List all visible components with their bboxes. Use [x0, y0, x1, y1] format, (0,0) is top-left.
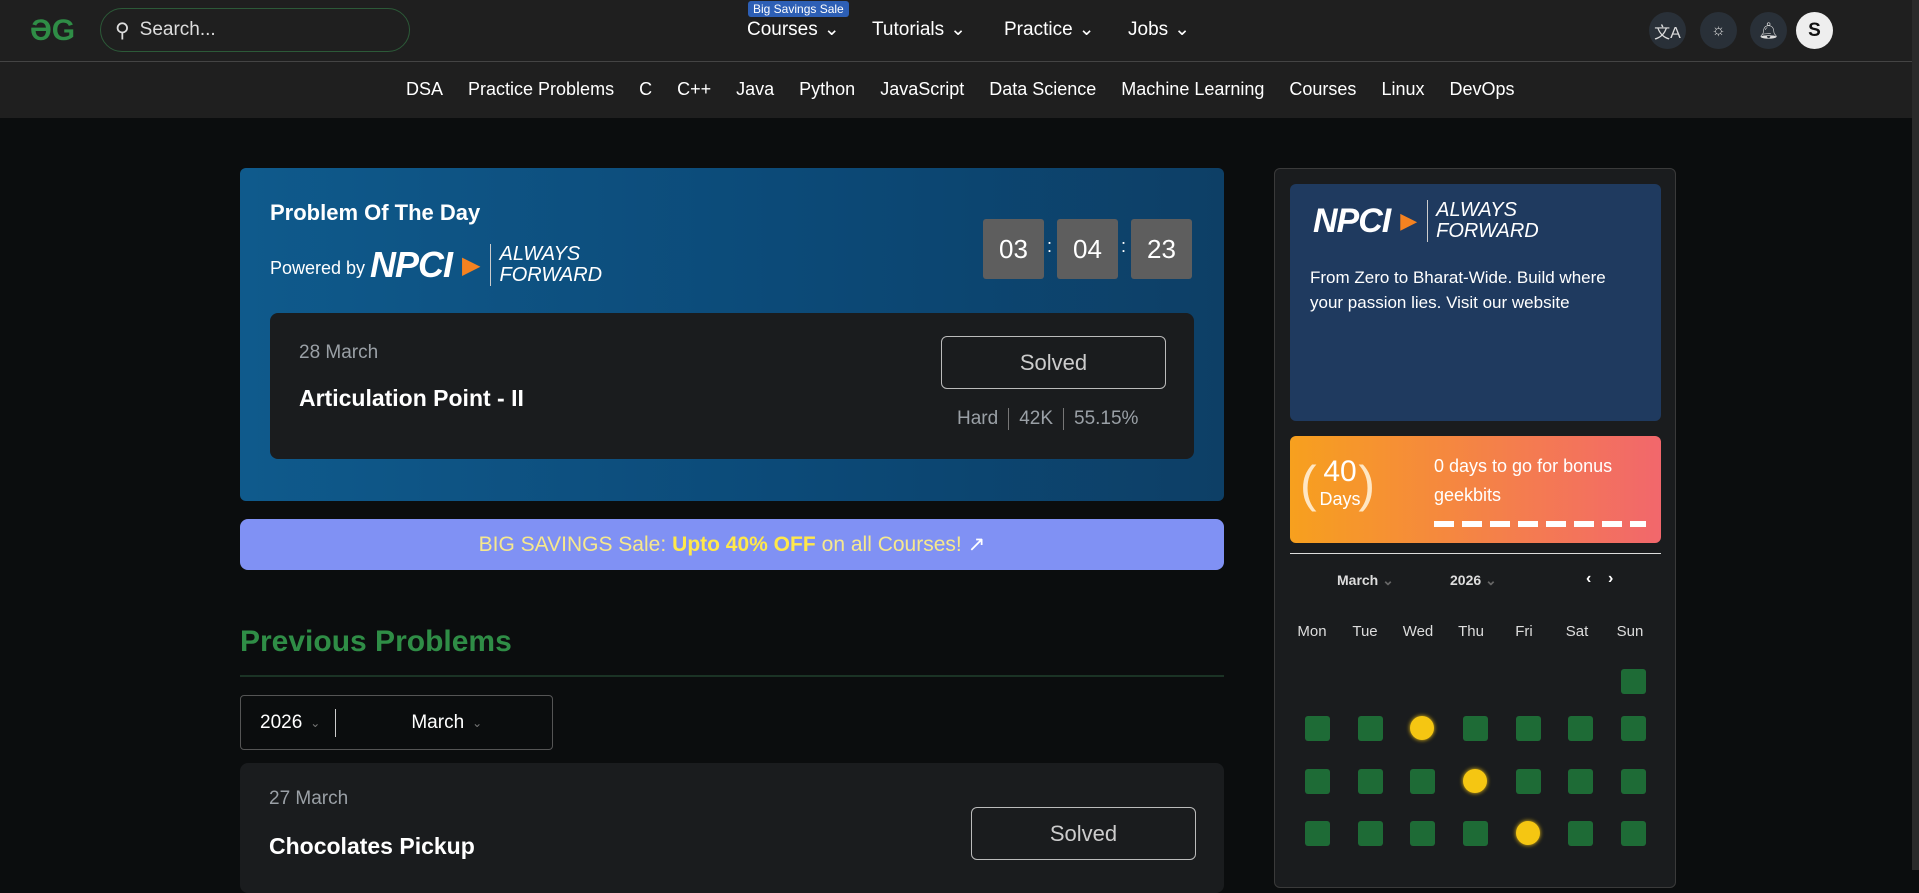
calendar-year-select[interactable]: 2026 ⌄ — [1450, 572, 1497, 589]
calendar-day-solved[interactable] — [1463, 716, 1488, 741]
subnav-devops[interactable]: DevOps — [1449, 79, 1514, 100]
subnav-courses[interactable]: Courses — [1289, 79, 1356, 100]
nav-practice[interactable]: Practice ⌄ — [1004, 18, 1095, 41]
calendar-day-solved[interactable] — [1621, 821, 1646, 846]
timer-minutes: 04 — [1057, 219, 1118, 279]
potd-problem-title[interactable]: Articulation Point - II — [299, 385, 524, 412]
subnav-java[interactable]: Java — [736, 79, 774, 100]
sale-badge: Big Savings Sale — [748, 1, 849, 17]
subnav-javascript[interactable]: JavaScript — [880, 79, 964, 100]
submissions: 42K — [1019, 408, 1053, 429]
nav-courses[interactable]: Courses ⌄ — [747, 18, 840, 41]
potd-title: Problem Of The Day — [270, 200, 481, 225]
calendar-day-solved[interactable] — [1621, 716, 1646, 741]
calendar-day-solved[interactable] — [1621, 769, 1646, 794]
problem-title[interactable]: Chocolates Pickup — [269, 833, 475, 860]
nav-jobs[interactable]: Jobs ⌄ — [1128, 18, 1190, 41]
topic-links: DSA Practice Problems C C++ Java Python … — [406, 79, 1515, 100]
sale-banner[interactable]: BIG SAVINGS Sale: Upto 40% OFF on all Cour… — [240, 519, 1224, 570]
year-select[interactable]: 2026 — [260, 712, 302, 734]
calendar-day-solved[interactable] — [1568, 716, 1593, 741]
laurel-icon: ( ) — [1300, 456, 1375, 512]
solved-button[interactable]: Solved — [971, 807, 1196, 860]
divider — [1290, 553, 1661, 554]
calendar-day-solved[interactable] — [1463, 821, 1488, 846]
month-select[interactable]: March — [411, 712, 464, 734]
weekday-header: Mon Tue Wed Thu Fri Sat Sun — [1297, 623, 1644, 640]
external-link-icon: ↗ — [967, 533, 986, 556]
calendar-day-solved[interactable] — [1305, 716, 1330, 741]
subnav-dsa[interactable]: DSA — [406, 79, 443, 100]
calendar-day-solved[interactable] — [1358, 716, 1383, 741]
search-input[interactable]: ⚲ Search... — [100, 8, 410, 52]
subnav-data-science[interactable]: Data Science — [989, 79, 1096, 100]
calendar-day-solved[interactable] — [1516, 716, 1541, 741]
npci-logo: NPCI ▶ ALWAYS FORWARD — [370, 243, 603, 286]
difficulty: Hard — [957, 408, 999, 429]
calendar-day-solved[interactable] — [1568, 821, 1593, 846]
calendar-day-solved[interactable] — [1516, 769, 1541, 794]
ad-text: From Zero to Bharat-Wide. Build where yo… — [1310, 268, 1606, 312]
chevron-down-icon: ⌄ — [1174, 19, 1191, 40]
npci-logo: NPCI ▶ ALWAYS FORWARD — [1313, 199, 1539, 242]
next-month-icon[interactable]: › — [1608, 570, 1613, 588]
avatar[interactable]: S — [1796, 12, 1833, 49]
calendar-day-solved[interactable] — [1305, 769, 1330, 794]
subnav-python[interactable]: Python — [799, 79, 855, 100]
subnav-c[interactable]: C — [639, 79, 652, 100]
potd-stats: Hard 42K 55.15% — [957, 408, 1138, 430]
subnav-cpp[interactable]: C++ — [677, 79, 711, 100]
timer-separator: : — [1121, 236, 1127, 256]
accuracy: 55.15% — [1074, 408, 1139, 429]
geekbit-coin-icon[interactable] — [1463, 769, 1487, 793]
potd-date: 28 March — [299, 342, 379, 363]
translate-icon[interactable]: 文A — [1649, 12, 1686, 49]
prev-month-icon[interactable]: ‹ — [1586, 570, 1591, 588]
streak-progress — [1434, 521, 1646, 527]
subnav-machine-learning[interactable]: Machine Learning — [1121, 79, 1264, 100]
subnav-practice-problems[interactable]: Practice Problems — [468, 79, 614, 100]
scrollbar[interactable] — [1912, 0, 1919, 870]
calendar-month-select[interactable]: March ⌄ — [1337, 572, 1394, 589]
solved-button[interactable]: Solved — [941, 336, 1166, 389]
timer-separator: : — [1047, 236, 1053, 256]
divider — [240, 675, 1224, 677]
timer-hours: 03 — [983, 219, 1044, 279]
streak-text: 0 days to go for bonus geekbits — [1434, 456, 1613, 505]
calendar-day-solved[interactable] — [1358, 769, 1383, 794]
problem-date: 27 March — [269, 788, 349, 809]
search-placeholder: Search... — [139, 19, 216, 40]
powered-by-label: Powered by — [270, 258, 366, 278]
date-filter: 2026 ⌄ March ⌄ — [240, 695, 553, 750]
chevron-down-icon: ⌄ — [823, 19, 840, 40]
timer-seconds: 23 — [1131, 219, 1192, 279]
calendar-day-solved[interactable] — [1621, 669, 1646, 694]
search-icon: ⚲ — [115, 19, 130, 42]
geekbit-coin-icon[interactable] — [1410, 716, 1434, 740]
nav-tutorials[interactable]: Tutorials ⌄ — [872, 18, 966, 41]
chevron-down-icon: ⌄ — [1078, 19, 1095, 40]
calendar-day-solved[interactable] — [1410, 821, 1435, 846]
geekbit-coin-icon[interactable] — [1516, 821, 1540, 845]
gfg-logo[interactable]: ƏG — [30, 14, 75, 48]
subnav-linux[interactable]: Linux — [1381, 79, 1424, 100]
calendar-day-solved[interactable] — [1358, 821, 1383, 846]
chevron-down-icon: ⌄ — [950, 19, 967, 40]
theme-toggle-sun-icon[interactable]: ☼ — [1700, 12, 1737, 49]
previous-problems-heading: Previous Problems — [240, 625, 512, 658]
calendar-day-solved[interactable] — [1305, 821, 1330, 846]
bell-icon[interactable]: 🔔︎ — [1750, 12, 1787, 49]
calendar-day-solved[interactable] — [1410, 769, 1435, 794]
calendar-day-solved[interactable] — [1568, 769, 1593, 794]
